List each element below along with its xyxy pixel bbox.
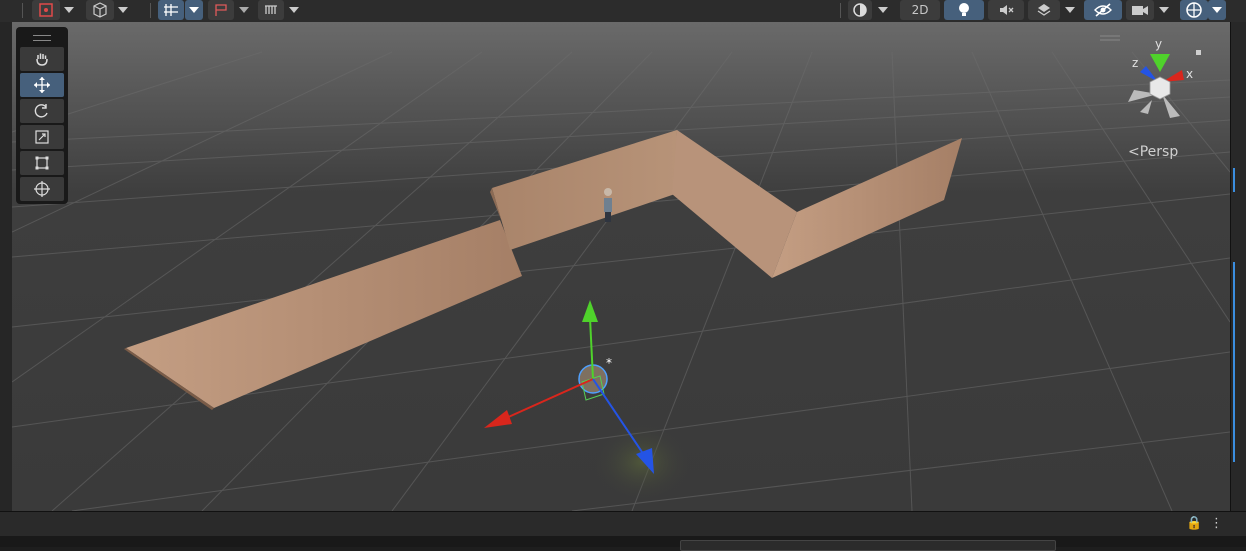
move-arrows-icon <box>34 77 50 93</box>
scale-icon <box>35 130 49 144</box>
audio-toggle-button[interactable] <box>988 0 1024 20</box>
chevron-down-icon <box>878 7 888 13</box>
effects-dropdown[interactable] <box>1061 0 1079 20</box>
chevron-down-icon <box>1159 7 1169 13</box>
transform-icon <box>34 181 50 197</box>
move-tool-button[interactable] <box>20 73 64 97</box>
gizmos-globe-icon <box>1186 2 1202 18</box>
increment-snap-icon <box>215 4 227 16</box>
scene-canvas: * y x z <box>12 22 1230 511</box>
gizmos-button[interactable] <box>1180 0 1208 20</box>
cube-dropdown[interactable] <box>114 0 132 20</box>
chevron-down-icon <box>1212 7 1222 13</box>
cube-icon <box>93 2 107 18</box>
hand-tool-button[interactable] <box>20 47 64 71</box>
more-options-icon[interactable]: ⋮ <box>1210 516 1223 531</box>
ruler-icon <box>265 5 277 14</box>
inspector-panel-edge <box>1230 22 1246 511</box>
toolbar-separator <box>840 3 841 18</box>
selection-marker <box>1233 262 1235 462</box>
gizmos-dropdown[interactable] <box>1208 0 1226 20</box>
transform-tool-button[interactable] <box>20 177 64 201</box>
chevron-left-icon: < <box>1128 144 1140 160</box>
rect-tool-button[interactable] <box>20 151 64 175</box>
grid-snap-button[interactable] <box>158 0 184 20</box>
camera-button[interactable] <box>1126 0 1154 20</box>
status-bar <box>0 536 1246 547</box>
grid-snap-dropdown[interactable] <box>185 0 203 20</box>
status-search-field[interactable] <box>680 540 1056 551</box>
chevron-down-icon <box>1065 7 1075 13</box>
chevron-down-icon <box>118 7 128 13</box>
increment-snap-button[interactable] <box>208 0 234 20</box>
gizmo-dropdown[interactable] <box>60 0 78 20</box>
chevron-down-icon <box>64 7 74 13</box>
scene-viewport[interactable]: * y x z <box>12 22 1230 511</box>
camera-icon <box>1132 6 1148 15</box>
2d-toggle-button[interactable]: 2D <box>900 0 940 20</box>
chevron-down-icon <box>189 7 199 13</box>
audio-mute-icon <box>1000 5 1014 15</box>
scale-tool-button[interactable] <box>20 125 64 149</box>
chevron-down-icon <box>289 7 299 13</box>
svg-text:*: * <box>606 356 612 370</box>
effects-button[interactable] <box>1028 0 1060 20</box>
x-axis-label: x <box>1186 67 1193 81</box>
toolbar-separator <box>150 3 151 18</box>
increment-snap-dropdown[interactable] <box>235 0 253 20</box>
rotate-icon <box>34 104 48 118</box>
lighting-toggle-button[interactable] <box>944 0 984 20</box>
character[interactable] <box>604 188 612 222</box>
console-bar <box>0 511 1246 537</box>
ruler-dropdown[interactable] <box>285 0 303 20</box>
hidden-eye-icon <box>1094 3 1112 17</box>
ruler-button[interactable] <box>258 0 284 20</box>
grid-snap-icon <box>164 4 178 16</box>
shading-mode-dropdown[interactable] <box>874 0 892 20</box>
chevron-down-icon <box>239 7 249 13</box>
z-axis-label: z <box>1132 56 1138 70</box>
rect-transform-icon <box>35 156 49 170</box>
gizmo-icon <box>39 3 53 17</box>
y-axis-label: y <box>1155 37 1162 51</box>
lightbulb-icon <box>959 3 969 16</box>
overlay-grip-icon[interactable] <box>33 35 51 41</box>
gizmo-tool-button[interactable] <box>32 0 60 20</box>
camera-dropdown[interactable] <box>1155 0 1173 20</box>
selection-marker <box>1233 168 1235 192</box>
hand-icon <box>36 53 48 66</box>
scene-visibility-button[interactable] <box>1084 0 1122 20</box>
rotate-tool-button[interactable] <box>20 99 64 123</box>
shading-mode-button[interactable] <box>848 0 872 20</box>
cube-tool-button[interactable] <box>86 0 114 20</box>
2d-toggle-label: 2D <box>911 3 929 17</box>
projection-toggle[interactable]: <Persp <box>1128 144 1178 160</box>
tools-overlay <box>16 27 68 204</box>
lock-icon[interactable]: 🔒 <box>1186 516 1202 531</box>
projection-label: Persp <box>1139 144 1179 160</box>
toolbar-separator <box>22 3 23 18</box>
scene-toolbar: 2D <box>0 0 1246 22</box>
effects-layers-icon <box>1037 4 1051 16</box>
shading-mode-icon <box>853 3 867 17</box>
